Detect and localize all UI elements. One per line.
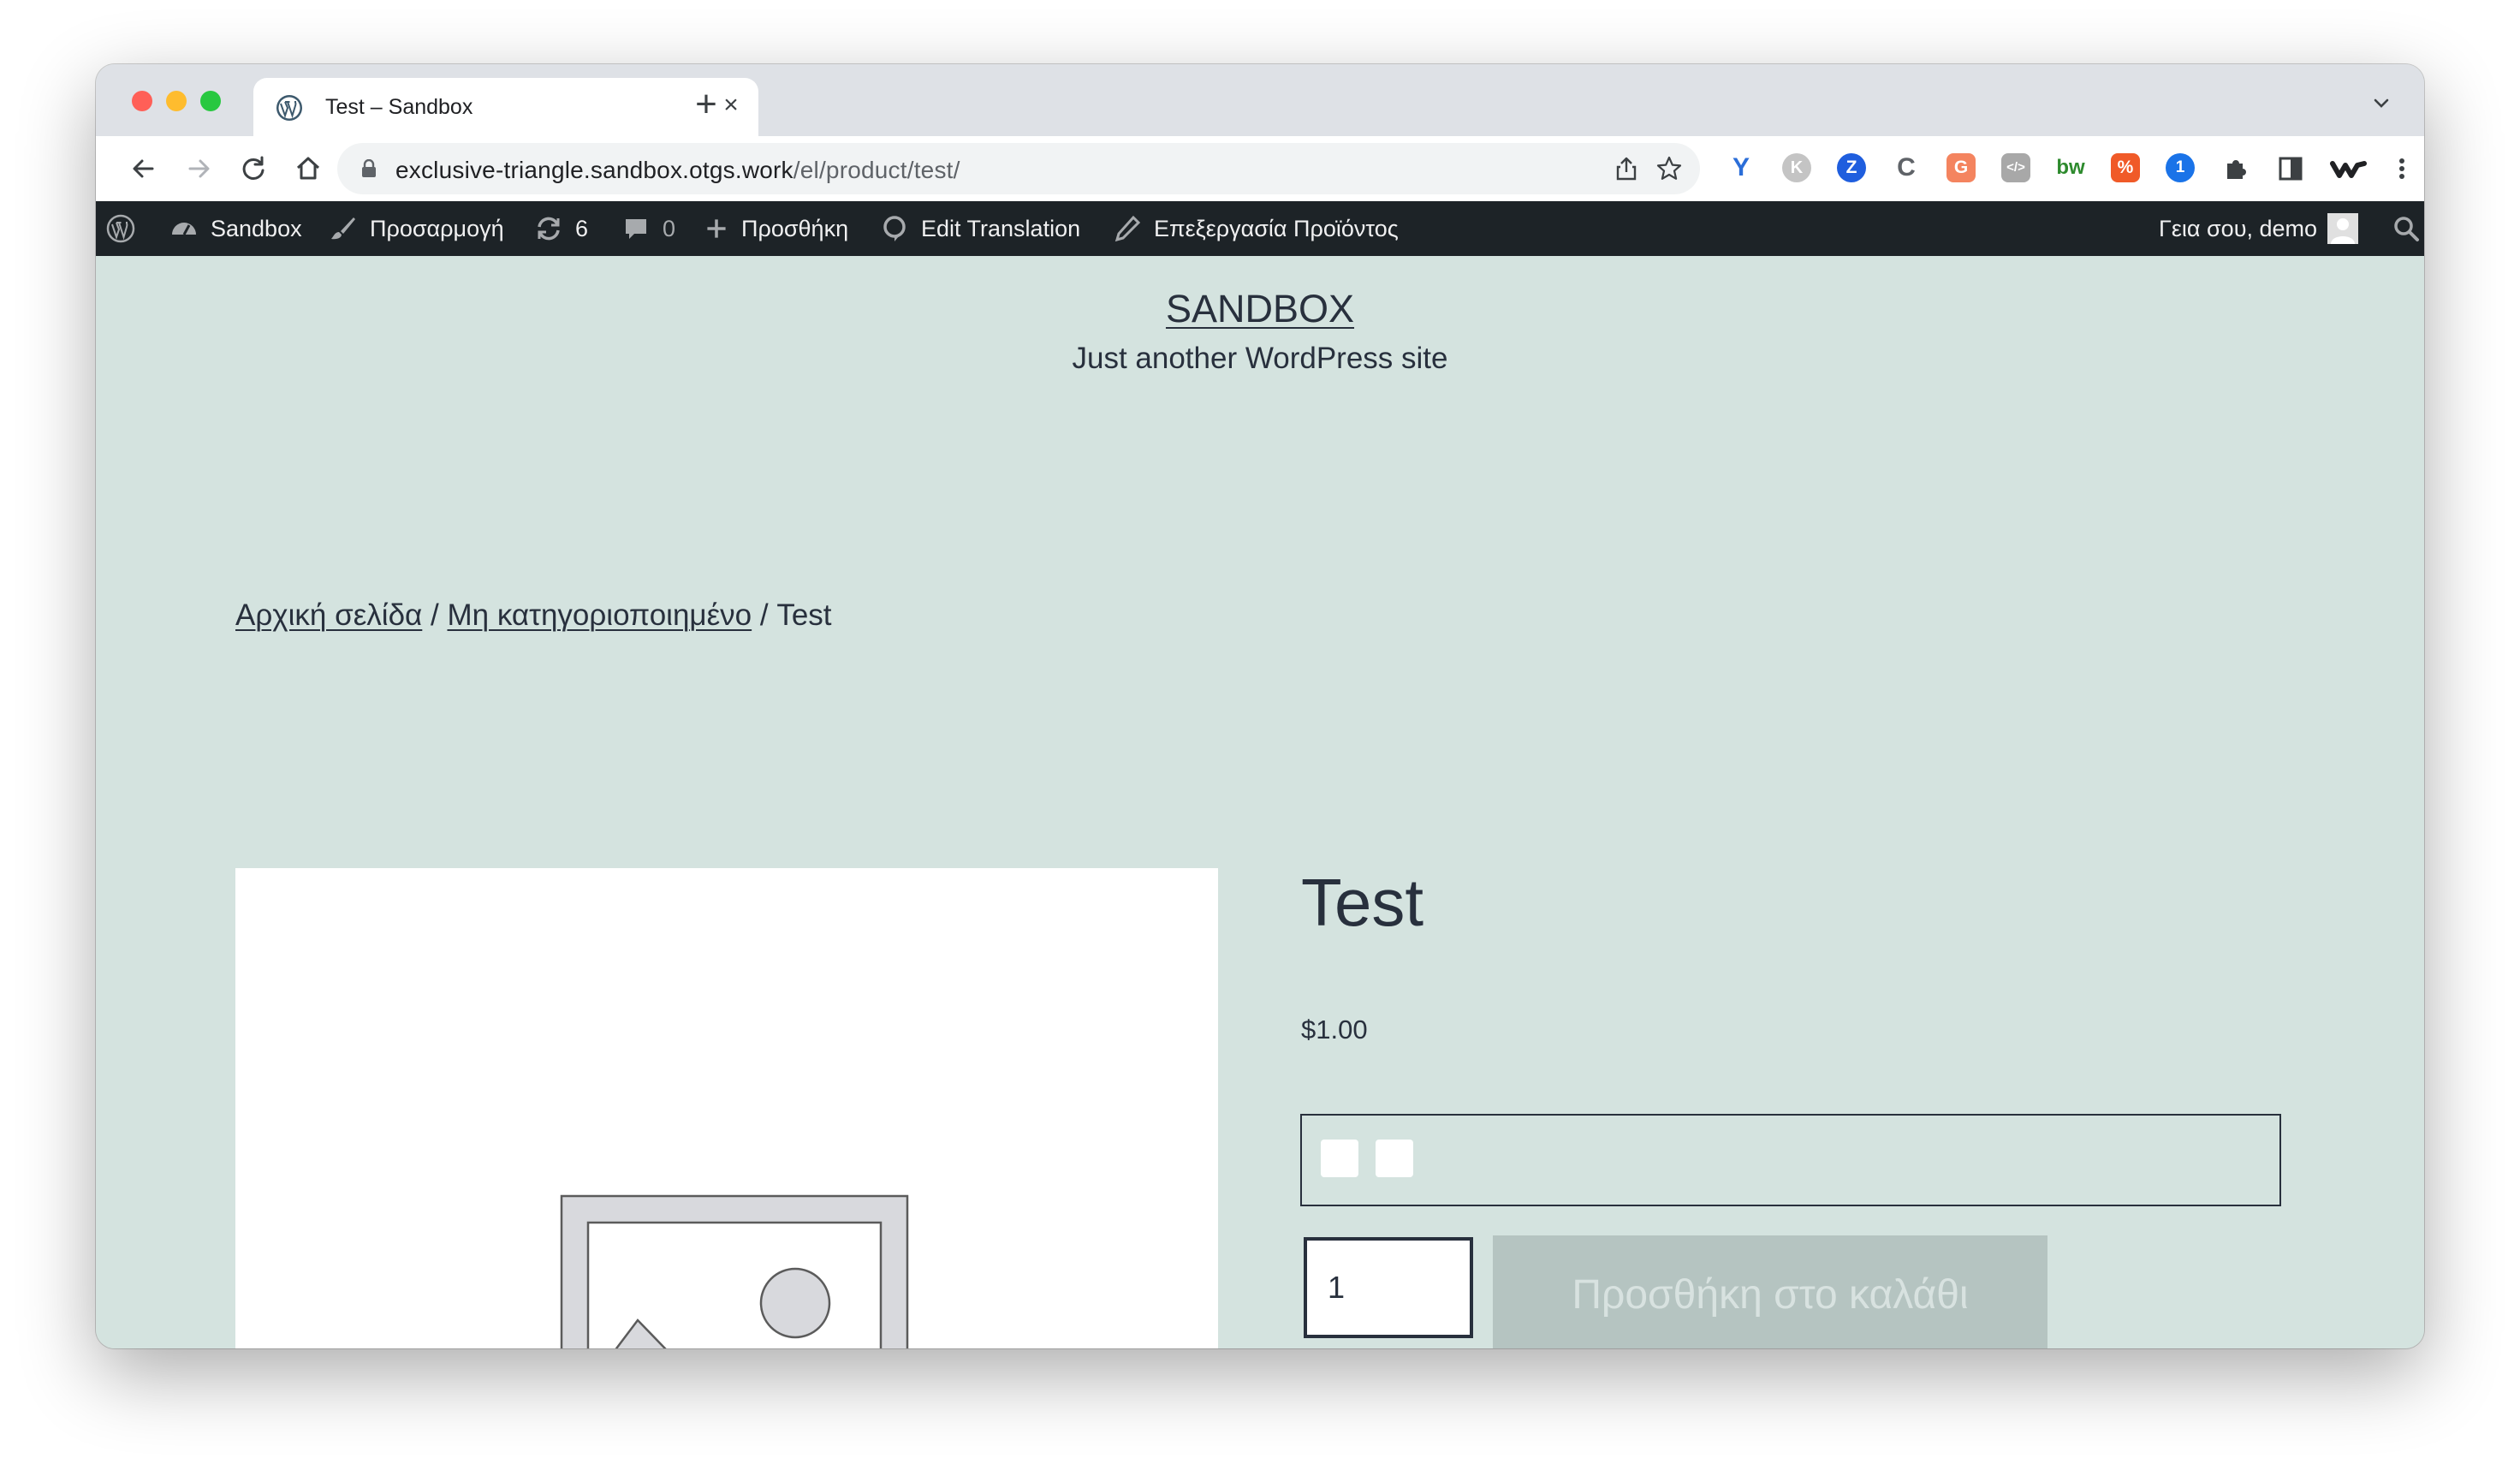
g-extension-icon[interactable]: G xyxy=(1946,153,1976,182)
chevron-down-icon[interactable] xyxy=(2368,90,2395,117)
breadcrumb-separator: / xyxy=(752,598,777,632)
minimize-window-button[interactable] xyxy=(166,91,187,111)
url-text[interactable]: exclusive-triangle.sandbox.otgs.work/el/… xyxy=(395,157,960,184)
breadcrumb-home-link[interactable]: Αρχική σελίδα xyxy=(235,598,422,632)
wordpress-icon xyxy=(106,214,135,243)
adminbar-edit-product-label: Επεξεργασία Προϊόντος xyxy=(1154,215,1399,241)
breadcrumb-separator: / xyxy=(422,598,448,632)
site-description: Just another WordPress site xyxy=(1072,342,1448,375)
color-swatch[interactable] xyxy=(1321,1140,1358,1177)
translation-icon xyxy=(883,216,906,241)
breadcrumb: Αρχική σελίδα / Μη κατηγοριοποιημένο / T… xyxy=(235,598,832,633)
updates-refresh-icon xyxy=(538,217,560,241)
address-bar[interactable]: exclusive-triangle.sandbox.otgs.work/el/… xyxy=(337,143,1700,194)
side-panel-icon[interactable] xyxy=(2275,153,2306,184)
z-extension-icon[interactable]: Z xyxy=(1837,153,1866,182)
dashboard-gauge-icon xyxy=(172,223,196,235)
yoast-icon[interactable]: Y xyxy=(1727,153,1756,182)
new-tab-button[interactable]: + xyxy=(685,83,728,126)
user-avatar-icon xyxy=(2327,213,2359,244)
adminbar-site-name[interactable]: Sandbox xyxy=(169,201,302,256)
more-menu-icon[interactable] xyxy=(2386,153,2417,184)
k-extension-icon[interactable]: K xyxy=(1782,153,1811,182)
home-icon[interactable] xyxy=(291,152,325,186)
avatar xyxy=(2327,213,2359,244)
puzzle-extensions-icon[interactable] xyxy=(2220,153,2251,184)
search-icon[interactable] xyxy=(2392,214,2421,243)
comments-count: 0 xyxy=(663,215,676,241)
adminbar-customize[interactable]: Προσαρμογή xyxy=(329,201,504,256)
browser-window: Test – Sandbox × + exclusive-triangle.sa… xyxy=(96,64,2424,1348)
updates-count: 6 xyxy=(575,215,589,241)
image-placeholder-icon xyxy=(560,1194,909,1348)
product-image[interactable] xyxy=(235,868,1218,1348)
percent-extension-icon[interactable]: % xyxy=(2111,153,2140,182)
quantity-input[interactable] xyxy=(1304,1237,1473,1338)
adminbar-customize-label: Προσαρμογή xyxy=(370,215,504,241)
reload-icon[interactable] xyxy=(236,152,270,186)
comment-bubble-icon xyxy=(626,219,646,239)
site-title: SANDBOX xyxy=(96,287,2424,331)
adminbar-new[interactable]: Προσθήκη xyxy=(704,201,848,256)
pencil-icon xyxy=(1114,215,1141,242)
code-extension-icon[interactable]: </> xyxy=(2001,153,2030,182)
browser-toolbar: exclusive-triangle.sandbox.otgs.work/el/… xyxy=(96,136,2424,202)
page-content: SANDBOX Just another WordPress site Αρχι… xyxy=(96,256,2424,1348)
add-to-cart-button[interactable]: Προσθήκη στο καλάθι xyxy=(1493,1235,2048,1348)
adminbar-comments[interactable]: 0 xyxy=(621,201,675,256)
adminbar-my-account[interactable]: Γεια σου, demo xyxy=(2159,201,2359,256)
wp-logo-menu[interactable] xyxy=(106,201,135,256)
adminbar-edit-product[interactable]: Επεξεργασία Προϊόντος xyxy=(1113,201,1399,256)
adminbar-edit-translation-label: Edit Translation xyxy=(921,215,1081,241)
wp-admin-bar: Sandbox Προσαρμογή 6 0 Προσθήκη Edit Tra… xyxy=(96,201,2424,256)
browser-tab[interactable]: Test – Sandbox × xyxy=(253,78,758,136)
color-swatch[interactable] xyxy=(1376,1140,1413,1177)
lock-icon[interactable] xyxy=(361,159,377,178)
adminbar-greeting: Γεια σου, demo xyxy=(2159,215,2318,241)
adminbar-new-label: Προσθήκη xyxy=(741,215,849,241)
breadcrumb-category-link[interactable]: Μη κατηγοριοποιημένο xyxy=(447,598,752,632)
product-title: Test xyxy=(1301,865,1424,940)
plus-icon xyxy=(707,219,726,238)
c-extension-icon[interactable]: C xyxy=(1892,153,1921,182)
share-icon[interactable] xyxy=(1613,155,1640,182)
maximize-window-button[interactable] xyxy=(200,91,221,111)
site-title-link[interactable]: SANDBOX xyxy=(1166,287,1354,330)
wordpress-icon xyxy=(276,95,302,121)
back-arrow-icon[interactable] xyxy=(127,152,161,186)
product-price: $1.00 xyxy=(1301,1015,1368,1045)
paintbrush-icon xyxy=(331,217,355,240)
adminbar-updates[interactable]: 6 xyxy=(534,201,588,256)
tab-title: Test – Sandbox xyxy=(325,95,473,119)
1password-icon[interactable]: 1 xyxy=(2166,153,2195,182)
bw-extension-icon[interactable]: bw xyxy=(2056,153,2085,182)
forward-arrow-icon[interactable] xyxy=(181,152,216,186)
bookmark-star-icon[interactable] xyxy=(1655,155,1683,182)
variation-swatches xyxy=(1300,1114,2281,1206)
adminbar-site-name-label: Sandbox xyxy=(211,215,302,241)
breadcrumb-current: Test xyxy=(776,598,832,632)
adminbar-edit-translation[interactable]: Edit Translation xyxy=(880,201,1080,256)
tab-strip: Test – Sandbox × + xyxy=(96,64,2424,136)
close-window-button[interactable] xyxy=(132,91,152,111)
w-extension-icon[interactable] xyxy=(2330,153,2368,184)
